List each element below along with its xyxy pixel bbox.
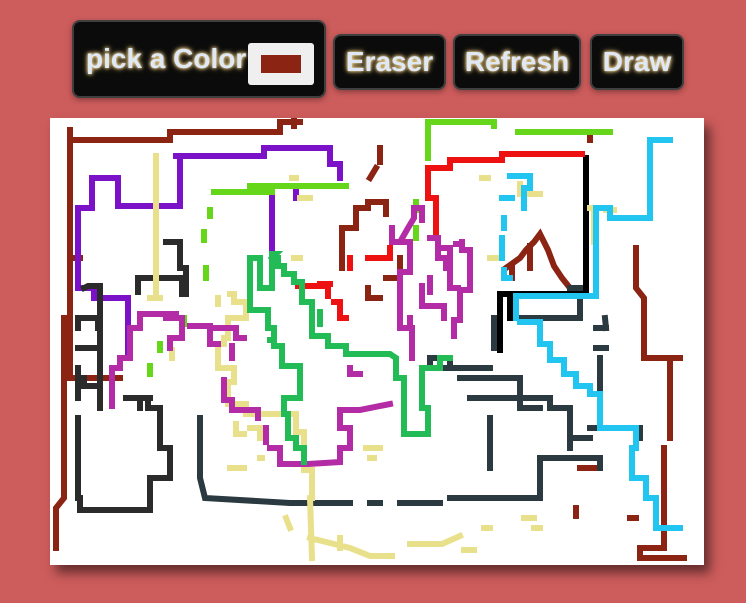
drawing-surface[interactable] [50,118,704,565]
refresh-button[interactable]: Refresh [453,34,581,90]
toolbar: pick a Color Eraser Refresh Draw [0,0,746,110]
draw-button[interactable]: Draw [590,34,684,90]
eraser-label: Eraser [345,46,434,77]
color-picker-input[interactable] [248,43,314,85]
drawing-canvas[interactable] [50,118,704,565]
draw-label: Draw [602,46,672,77]
refresh-label: Refresh [464,46,570,77]
sketch-strokes [53,118,687,562]
selected-color-swatch [261,55,301,73]
eraser-button[interactable]: Eraser [333,34,446,90]
pick-color-label: pick a Color [86,43,247,74]
